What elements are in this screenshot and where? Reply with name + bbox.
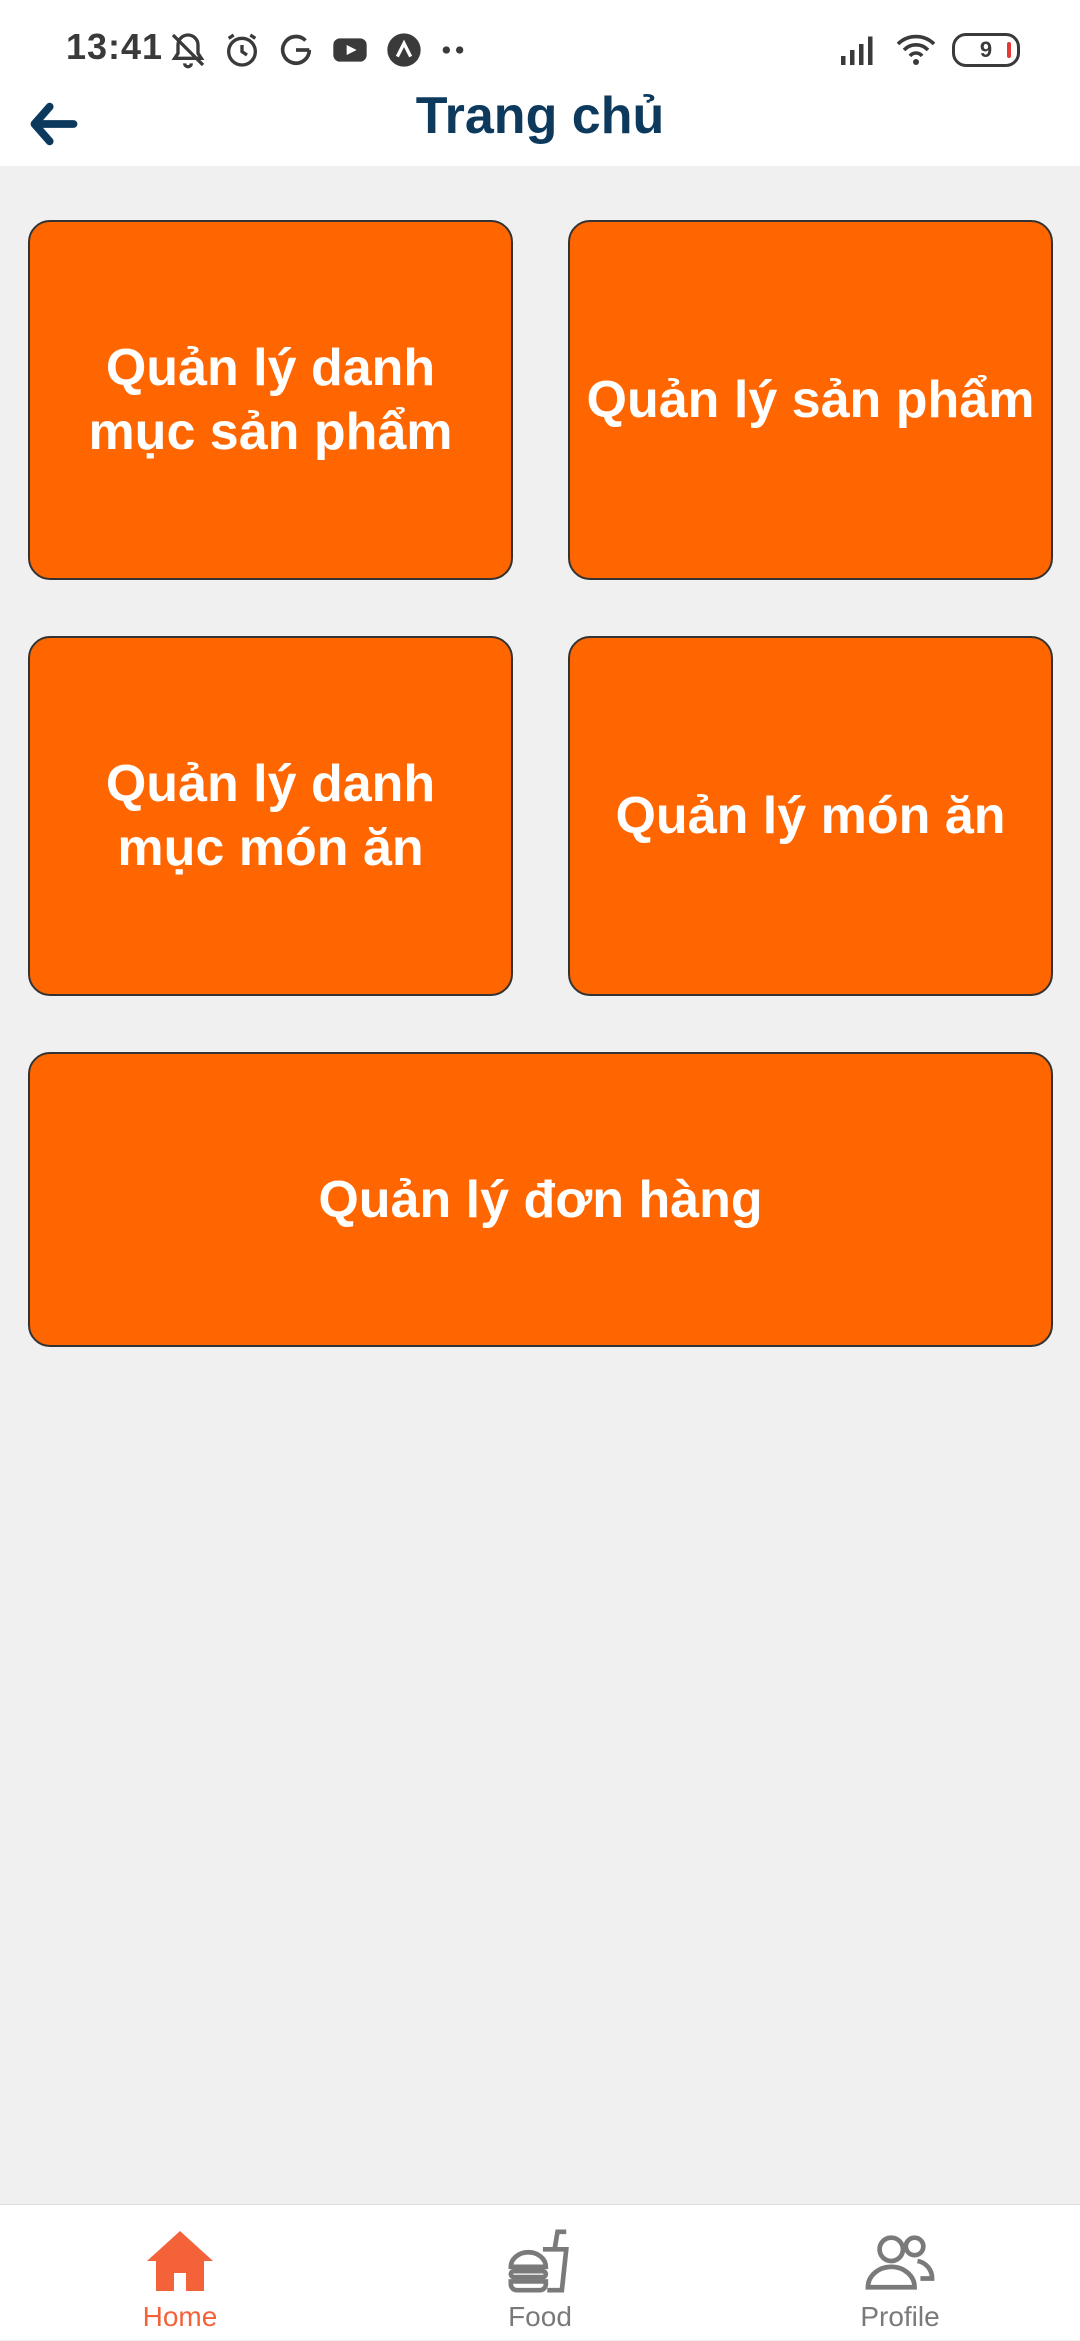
- nav-item-home[interactable]: Home: [80, 2205, 280, 2341]
- tile-label: Quản lý đơn hàng: [318, 1170, 763, 1229]
- alarm-icon: [222, 30, 262, 70]
- profile-icon: [862, 2223, 938, 2299]
- dish-tile[interactable]: Quản lý món ăn: [568, 636, 1053, 996]
- more-dots-icon: [438, 30, 468, 70]
- battery-icon: 9: [952, 33, 1020, 67]
- product-category-tile[interactable]: Quản lý danh mục sản phẩm: [28, 220, 513, 580]
- battery-level: 9: [979, 37, 993, 62]
- app-icon: [384, 30, 424, 70]
- nav-item-profile[interactable]: Profile: [800, 2205, 1000, 2341]
- nav-label-profile: Profile: [860, 2301, 940, 2332]
- wifi-icon: [894, 32, 938, 68]
- food-icon: [502, 2223, 578, 2299]
- status-icons-left: [168, 28, 468, 72]
- tile-label: Quản lý danh mục sản phẩm: [88, 339, 453, 461]
- status-bar: 13:41 9: [0, 0, 1080, 96]
- app-header: Trang chủ: [0, 87, 1080, 166]
- tile-label: Quản lý danh mục món ăn: [105, 755, 436, 877]
- dish-category-tile[interactable]: Quản lý danh mục món ăn: [28, 636, 513, 996]
- nav-item-food[interactable]: Food: [440, 2205, 640, 2341]
- tile-label: Quản lý món ăn: [615, 787, 1006, 845]
- order-tile[interactable]: Quản lý đơn hàng: [28, 1052, 1053, 1347]
- g-icon: [276, 30, 316, 70]
- bottom-nav: Home Food Profile: [0, 2204, 1080, 2340]
- home-icon: [142, 2223, 218, 2299]
- bell-off-icon: [168, 30, 208, 70]
- signal-icon: [838, 32, 880, 68]
- nav-label-food: Food: [508, 2301, 572, 2332]
- status-icons-right: 9: [838, 28, 1020, 72]
- tile-label: Quản lý sản phẩm: [586, 371, 1035, 429]
- battery-low-indicator: [1007, 42, 1011, 58]
- product-tile[interactable]: Quản lý sản phẩm: [568, 220, 1053, 580]
- status-time: 13:41: [66, 26, 164, 67]
- youtube-icon: [330, 30, 370, 70]
- page-title: Trang chủ: [415, 87, 665, 145]
- nav-label-home: Home: [142, 2301, 218, 2332]
